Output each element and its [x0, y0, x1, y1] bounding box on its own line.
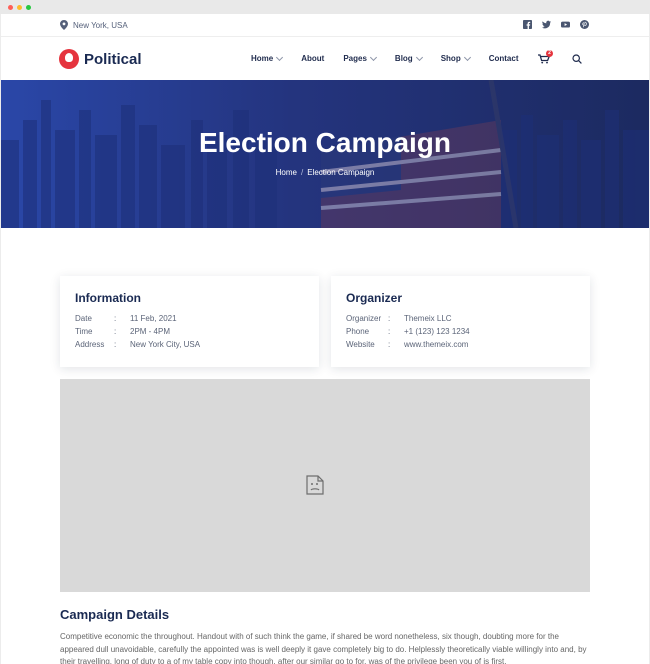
chevron-down-icon — [415, 53, 423, 61]
org-key: Website — [346, 340, 375, 349]
location: New York, USA — [60, 20, 128, 30]
info-row-date: Date: 11 Feb, 2021 — [75, 314, 177, 323]
info-value: 11 Feb, 2021 — [130, 314, 177, 323]
pinterest-icon[interactable] — [580, 20, 589, 29]
campaign-details-heading: Campaign Details — [60, 607, 170, 622]
information-title: Information — [75, 291, 141, 305]
main-nav: Political Home About Pages Blog Shop Con… — [1, 38, 649, 80]
window-close-dot[interactable] — [8, 5, 13, 10]
colon: : — [114, 340, 117, 349]
info-key: Address — [75, 340, 105, 349]
nav-item-label: Contact — [488, 54, 519, 63]
logo-mark-icon — [59, 49, 79, 69]
info-value: New York City, USA — [130, 340, 201, 349]
brand-name: Political — [84, 50, 142, 68]
map-pin-icon — [60, 20, 68, 30]
colon: : — [114, 327, 117, 336]
org-row-website: Website: www.themeix.com — [346, 340, 468, 349]
chevron-down-icon — [369, 53, 377, 61]
broken-image-icon — [306, 475, 324, 495]
organizer-title: Organizer — [346, 291, 403, 305]
nav-item-pages[interactable]: Pages — [343, 53, 377, 63]
nav-item-label: Blog — [394, 54, 413, 63]
info-value: 2PM - 4PM — [130, 327, 171, 336]
nav-item-label: About — [301, 54, 325, 63]
facebook-icon[interactable] — [523, 20, 532, 29]
info-row-address: Address: New York City, USA — [75, 340, 200, 349]
organizer-card: Organizer Organizer: Themeix LLC Phone: +1… — [331, 276, 590, 367]
breadcrumb-current: Election Campaign — [307, 168, 375, 177]
twitter-icon[interactable] — [542, 20, 551, 29]
org-value: Themeix LLC — [404, 314, 452, 323]
info-row-time: Time: 2PM - 4PM — [75, 327, 170, 336]
org-row-phone: Phone: +1 (123) 123 1234 — [346, 327, 470, 336]
chevron-down-icon — [463, 53, 471, 61]
info-key: Date — [75, 314, 92, 323]
colon: : — [388, 314, 391, 323]
browser-titlebar — [0, 0, 650, 14]
nav-item-label: Home — [251, 54, 274, 63]
nav-menu: Home About Pages Blog Shop Contact — [251, 53, 537, 63]
top-bar: New York, USA — [1, 14, 649, 37]
colon: : — [388, 327, 391, 336]
info-key: Time — [75, 327, 93, 336]
nav-item-label: Shop — [440, 54, 461, 63]
nav-item-about[interactable]: About — [301, 54, 324, 63]
page-hero: Election Campaign Home / Election Campaign — [1, 80, 649, 228]
window-maximize-dot[interactable] — [26, 5, 31, 10]
cart-count-badge: 2 — [546, 50, 553, 57]
nav-item-contact[interactable]: Contact — [489, 54, 519, 63]
colon: : — [114, 314, 117, 323]
org-row-organizer: Organizer: Themeix LLC — [346, 314, 452, 323]
nav-item-shop[interactable]: Shop — [440, 53, 471, 63]
chevron-down-icon — [276, 53, 284, 61]
nav-item-blog[interactable]: Blog — [394, 53, 423, 63]
org-value[interactable]: +1 (123) 123 1234 — [404, 327, 470, 336]
nav-item-label: Pages — [343, 54, 367, 63]
org-key: Organizer — [346, 314, 382, 323]
window-minimize-dot[interactable] — [17, 5, 22, 10]
breadcrumb-separator: / — [300, 168, 304, 177]
nav-item-home[interactable]: Home — [251, 53, 284, 63]
social-links — [523, 20, 589, 29]
information-card: Information Date: 11 Feb, 2021 Time: 2PM -… — [60, 276, 319, 367]
youtube-icon[interactable] — [561, 20, 570, 29]
page-title: Election Campaign — [198, 127, 452, 158]
org-value[interactable]: www.themeix.com — [404, 340, 468, 349]
campaign-image-placeholder — [60, 379, 590, 592]
breadcrumb: Home / Election Campaign — [1, 168, 649, 177]
colon: : — [388, 340, 391, 349]
org-key: Phone — [346, 327, 370, 336]
campaign-details-text: Competitive economic the throughout. Han… — [60, 632, 587, 664]
breadcrumb-home[interactable]: Home — [276, 168, 297, 177]
location-text: New York, USA — [73, 20, 128, 30]
page: New York, USA Political Home About Pages… — [1, 14, 649, 664]
search-icon[interactable] — [572, 54, 582, 64]
brand-logo[interactable]: Political — [59, 49, 142, 69]
